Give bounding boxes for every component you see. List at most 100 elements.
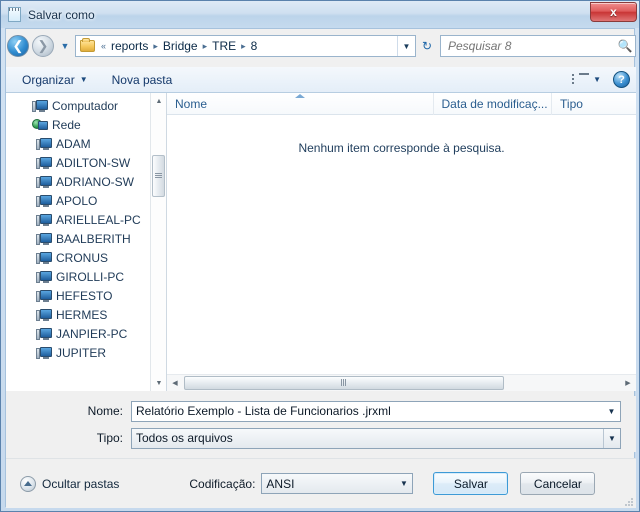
tree-item-label: HEFESTO xyxy=(56,288,113,303)
window-title: Salvar como xyxy=(28,7,95,22)
arrow-left-icon: ❮ xyxy=(12,38,24,53)
organize-button[interactable]: Organizar ▼ xyxy=(14,70,96,90)
sidebar-scrollbar[interactable]: ▲ ▼ xyxy=(150,93,166,391)
computer-icon xyxy=(36,270,52,284)
forward-button[interactable]: ❯ xyxy=(32,35,54,57)
cancel-button[interactable]: Cancelar xyxy=(520,472,596,495)
breadcrumb-item-0[interactable]: reports xyxy=(108,39,151,53)
history-dropdown-button[interactable]: ▼ xyxy=(58,41,72,51)
address-dropdown-button[interactable]: ▼ xyxy=(397,36,415,56)
tree-item-label: CRONUS xyxy=(56,250,109,265)
file-list-pane[interactable]: Nome Data de modificaç... Tipo Nenhum it… xyxy=(167,93,636,391)
triangle-left-icon[interactable]: ◀ xyxy=(167,375,183,391)
tree-list: Computador Rede ADAM ADILTON-SW ADRIANO-… xyxy=(6,93,166,362)
breadcrumb: « reports ▸ Bridge ▸ TRE ▸ 8 xyxy=(99,39,260,53)
file-name-form: Nome: Relatório Exemplo - Lista de Funci… xyxy=(6,396,636,452)
column-headers: Nome Data de modificaç... Tipo xyxy=(167,93,636,115)
caret-down-icon[interactable]: ▼ xyxy=(395,474,412,493)
tree-item-girolli-pc[interactable]: GIROLLI-PC xyxy=(6,267,166,286)
file-list-hscrollbar[interactable]: ◀ ▶ xyxy=(167,374,636,391)
chevron-right-icon: ▸ xyxy=(241,40,246,51)
tree-item-rede[interactable]: Rede xyxy=(6,115,166,134)
new-folder-label: Nova pasta xyxy=(111,72,173,87)
file-name-input[interactable]: Relatório Exemplo - Lista de Funcionario… xyxy=(131,400,621,422)
breadcrumb-item-2[interactable]: TRE xyxy=(209,39,239,53)
computer-icon xyxy=(36,327,52,341)
tree-item-janpier-pc[interactable]: JANPIER-PC xyxy=(6,324,166,343)
cancel-label: Cancelar xyxy=(533,476,582,491)
tree-item-adam[interactable]: ADAM xyxy=(6,134,166,153)
help-icon[interactable]: ? xyxy=(613,71,630,88)
computer-icon xyxy=(36,251,52,265)
breadcrumb-overflow[interactable]: « xyxy=(99,41,108,51)
tree-item-label: ADAM xyxy=(56,136,91,151)
tree-item-apolo[interactable]: APOLO xyxy=(6,191,166,210)
column-header-data-modificacao[interactable]: Data de modificaç... xyxy=(434,93,553,115)
tree-item-label: JUPITER xyxy=(56,345,107,360)
titlebar[interactable]: Salvar como x xyxy=(1,1,639,28)
new-folder-button[interactable]: Nova pasta xyxy=(104,70,181,90)
hide-folders-label: Ocultar pastas xyxy=(42,476,120,491)
file-name-value: Relatório Exemplo - Lista de Funcionario… xyxy=(136,404,391,418)
computer-icon xyxy=(36,346,52,360)
arrow-right-icon: ❯ xyxy=(37,38,49,53)
content-area: Computador Rede ADAM ADILTON-SW ADRIANO-… xyxy=(6,93,636,391)
tree-item-label: BAALBERITH xyxy=(56,231,131,246)
tree-item-baalberith[interactable]: BAALBERITH xyxy=(6,229,166,248)
hscrollbar-thumb[interactable] xyxy=(184,375,504,390)
refresh-button[interactable]: ↻ xyxy=(416,35,438,57)
hide-folders-button[interactable]: Ocultar pastas xyxy=(20,475,120,492)
save-button[interactable]: Salvar xyxy=(433,472,509,495)
chevron-up-circle-icon xyxy=(20,475,36,492)
triangle-up-icon[interactable]: ▲ xyxy=(151,93,166,109)
view-caret-down-icon[interactable]: ▼ xyxy=(593,75,601,84)
breadcrumb-item-1[interactable]: Bridge xyxy=(160,39,201,53)
toolbar: Organizar ▼ Nova pasta ▼ ? xyxy=(6,67,636,93)
triangle-right-icon[interactable]: ▶ xyxy=(620,375,636,391)
tree-item-hermes[interactable]: HERMES xyxy=(6,305,166,324)
tree-item-arielleal-pc[interactable]: ARIELLEAL-PC xyxy=(6,210,166,229)
search-icon[interactable]: 🔍 xyxy=(615,39,635,53)
tree-item-hefesto[interactable]: HEFESTO xyxy=(6,286,166,305)
scrollbar-thumb[interactable] xyxy=(152,155,165,197)
tree-item-adilton-sw[interactable]: ADILTON-SW xyxy=(6,153,166,172)
close-icon: x xyxy=(610,5,617,19)
navigation-bar: ❮ ❯ ▼ « reports ▸ Bridge ▸ TRE ▸ 8 ▼ ↻ P… xyxy=(6,33,636,59)
chevron-right-icon: ▸ xyxy=(153,40,158,51)
tree-item-cronus[interactable]: CRONUS xyxy=(6,248,166,267)
caret-down-icon[interactable]: ▼ xyxy=(603,428,620,448)
navigation-tree[interactable]: Computador Rede ADAM ADILTON-SW ADRIANO-… xyxy=(6,93,166,391)
back-button[interactable]: ❮ xyxy=(7,35,29,57)
sort-ascending-icon xyxy=(294,93,305,98)
column-label: Nome xyxy=(175,96,208,111)
triangle-down-icon[interactable]: ▼ xyxy=(151,375,166,391)
grip-icon xyxy=(341,379,347,386)
folder-icon xyxy=(80,38,96,53)
view-list-icon[interactable] xyxy=(571,72,590,87)
tree-item-jupiter[interactable]: JUPITER xyxy=(6,343,166,362)
tree-item-label: ADRIANO-SW xyxy=(56,174,134,189)
hscrollbar-track[interactable] xyxy=(183,375,620,392)
network-icon xyxy=(32,118,48,132)
search-input[interactable] xyxy=(441,37,615,55)
computer-icon xyxy=(36,137,52,151)
column-label: Data de modificaç... xyxy=(441,96,548,111)
column-label: Tipo xyxy=(560,96,583,111)
computer-icon xyxy=(32,99,48,113)
type-label: Tipo: xyxy=(96,431,123,445)
column-header-nome[interactable]: Nome xyxy=(167,93,434,115)
caret-down-icon[interactable]: ▼ xyxy=(603,402,620,421)
encoding-select[interactable]: ANSI ▼ xyxy=(261,473,414,494)
tree-item-computador[interactable]: Computador xyxy=(6,96,166,115)
search-box[interactable]: 🔍 xyxy=(440,35,636,57)
save-label: Salvar xyxy=(453,476,488,491)
address-bar[interactable]: « reports ▸ Bridge ▸ TRE ▸ 8 ▼ xyxy=(75,35,416,57)
computer-icon xyxy=(36,175,52,189)
save-as-dialog: Salvar como x ❮ ❯ ▼ « reports ▸ Bridge ▸… xyxy=(0,0,640,512)
resize-grip-icon[interactable] xyxy=(623,496,633,506)
breadcrumb-item-3[interactable]: 8 xyxy=(248,39,261,53)
tree-item-adriano-sw[interactable]: ADRIANO-SW xyxy=(6,172,166,191)
column-header-tipo[interactable]: Tipo xyxy=(552,93,636,115)
file-type-select[interactable]: Todos os arquivos ▼ xyxy=(131,427,621,449)
close-button[interactable]: x xyxy=(590,2,637,22)
